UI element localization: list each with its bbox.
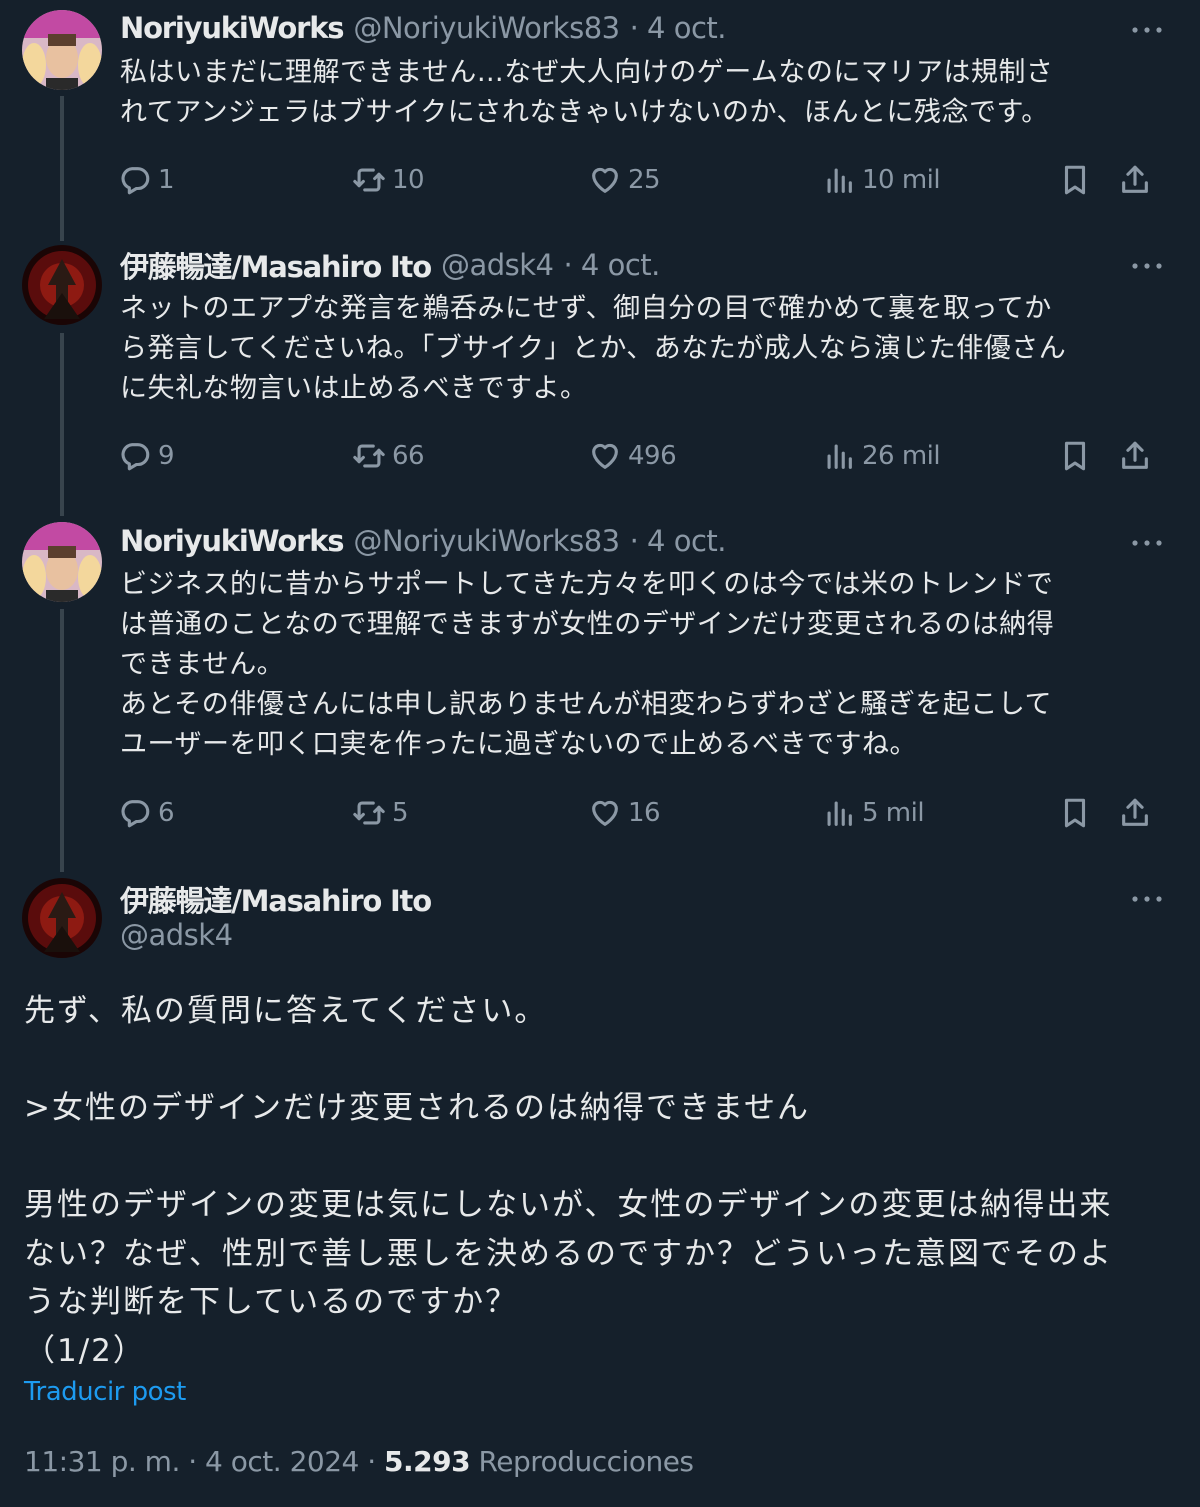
share-button[interactable] bbox=[1118, 793, 1158, 833]
tweet-date[interactable]: · 4 oct. bbox=[563, 248, 660, 282]
avatar[interactable] bbox=[22, 878, 102, 958]
more-icon[interactable] bbox=[1130, 20, 1164, 40]
thread-line bbox=[60, 609, 64, 872]
more-icon[interactable] bbox=[1130, 889, 1164, 909]
author-handle[interactable]: @NoriyukiWorks83 bbox=[353, 11, 620, 45]
like-icon bbox=[592, 800, 618, 826]
share-icon bbox=[1122, 441, 1148, 469]
reply-button[interactable]: 1 bbox=[118, 160, 175, 200]
reply-icon bbox=[121, 800, 150, 828]
repost-count: 66 bbox=[392, 441, 425, 471]
views-count: 26 mil bbox=[862, 441, 941, 471]
author-handle[interactable]: @NoriyukiWorks83 bbox=[353, 524, 620, 558]
tweet-text: ビジネス的に昔からサポートしてきた方々を叩くのは今では米のトレンドで は普通のこ… bbox=[120, 569, 1055, 760]
views-button[interactable]: 26 mil bbox=[822, 436, 941, 476]
repost-button[interactable]: 5 bbox=[352, 793, 409, 833]
main-tweet-text: 先ず、私の質問に答えてください。 >女性のデザインだけ変更されるのは納得できませ… bbox=[24, 993, 1113, 1369]
avatar[interactable] bbox=[22, 10, 102, 90]
like-icon bbox=[592, 443, 618, 469]
bookmark-icon bbox=[1064, 441, 1086, 471]
reply-icon bbox=[121, 443, 150, 471]
share-button[interactable] bbox=[1118, 436, 1158, 476]
bookmark-button[interactable] bbox=[1058, 793, 1098, 833]
views-count: 10 mil bbox=[862, 165, 941, 195]
views-icon bbox=[827, 444, 852, 469]
repost-icon bbox=[353, 801, 385, 825]
reply-count: 1 bbox=[158, 165, 175, 195]
repost-button[interactable]: 66 bbox=[352, 436, 425, 476]
avatar[interactable] bbox=[22, 522, 102, 602]
bookmark-button[interactable] bbox=[1058, 436, 1098, 476]
more-icon[interactable] bbox=[1130, 256, 1164, 276]
share-icon bbox=[1122, 165, 1148, 193]
thread-line bbox=[60, 333, 64, 516]
translate-link[interactable]: Traducir post bbox=[24, 1377, 186, 1407]
avatar-image bbox=[22, 10, 102, 90]
like-count: 16 bbox=[628, 798, 661, 828]
author-name[interactable]: 伊藤暢達/Masahiro Ito bbox=[120, 244, 432, 286]
tweet-date[interactable]: · 4 oct. bbox=[630, 524, 727, 558]
avatar-image bbox=[22, 878, 102, 958]
tweet-date[interactable]: · 4 oct. bbox=[630, 11, 727, 45]
like-count: 496 bbox=[628, 441, 677, 471]
like-button[interactable]: 496 bbox=[588, 436, 677, 476]
author-name[interactable]: NoriyukiWorks bbox=[120, 524, 345, 558]
like-button[interactable]: 25 bbox=[588, 160, 661, 200]
views-count: 5 mil bbox=[862, 798, 925, 828]
author-handle[interactable]: @adsk4 bbox=[120, 918, 233, 952]
reply-count: 9 bbox=[158, 441, 175, 471]
tweet-actions: 6 5 16 5 mil bbox=[118, 793, 1168, 833]
views-button[interactable]: 5 mil bbox=[822, 793, 925, 833]
avatar-image bbox=[22, 245, 102, 325]
views-label: Reproducciones bbox=[478, 1445, 695, 1478]
like-button[interactable]: 16 bbox=[588, 793, 661, 833]
tweet-text: 私はいまだに理解できません…なぜ大人向けのゲームなのにマリアは規制さ れてアンジ… bbox=[120, 57, 1054, 128]
bookmark-icon bbox=[1064, 798, 1086, 828]
tweet-footer: 11:31 p. m. · 4 oct. 2024 · 5.293 Reprod… bbox=[24, 1445, 694, 1478]
like-count: 25 bbox=[628, 165, 661, 195]
timestamp[interactable]: 11:31 p. m. · 4 oct. 2024 · bbox=[24, 1445, 384, 1478]
tweet-actions: 9 66 496 26 mil bbox=[118, 436, 1168, 476]
bookmark-button[interactable] bbox=[1058, 160, 1098, 200]
author-name[interactable]: NoriyukiWorks bbox=[120, 11, 345, 45]
bookmark-icon bbox=[1064, 165, 1086, 195]
thread-line bbox=[60, 96, 64, 241]
views-icon bbox=[827, 801, 852, 826]
reply-button[interactable]: 6 bbox=[118, 793, 175, 833]
repost-count: 10 bbox=[392, 165, 425, 195]
repost-icon bbox=[353, 168, 385, 192]
like-icon bbox=[592, 167, 618, 193]
share-icon bbox=[1122, 798, 1148, 826]
share-button[interactable] bbox=[1118, 160, 1158, 200]
views-button[interactable]: 10 mil bbox=[822, 160, 941, 200]
reply-button[interactable]: 9 bbox=[118, 436, 175, 476]
avatar-image bbox=[22, 522, 102, 602]
author-handle[interactable]: @adsk4 bbox=[441, 248, 554, 282]
repost-count: 5 bbox=[392, 798, 409, 828]
reply-icon bbox=[121, 167, 150, 195]
avatar[interactable] bbox=[22, 245, 102, 325]
repost-button[interactable]: 10 bbox=[352, 160, 425, 200]
author-name[interactable]: 伊藤暢達/Masahiro Ito bbox=[120, 878, 432, 920]
tweet-text: ネットのエアプな発言を鵜呑みにせず、御自分の目で確かめて裏を取ってか ら発言して… bbox=[120, 293, 1067, 404]
views-icon bbox=[827, 168, 852, 193]
more-icon[interactable] bbox=[1130, 533, 1164, 553]
repost-icon bbox=[353, 444, 385, 468]
views-total: 5.293 bbox=[384, 1445, 471, 1478]
tweet-actions: 1 10 25 10 mil bbox=[118, 160, 1168, 200]
reply-count: 6 bbox=[158, 798, 175, 828]
